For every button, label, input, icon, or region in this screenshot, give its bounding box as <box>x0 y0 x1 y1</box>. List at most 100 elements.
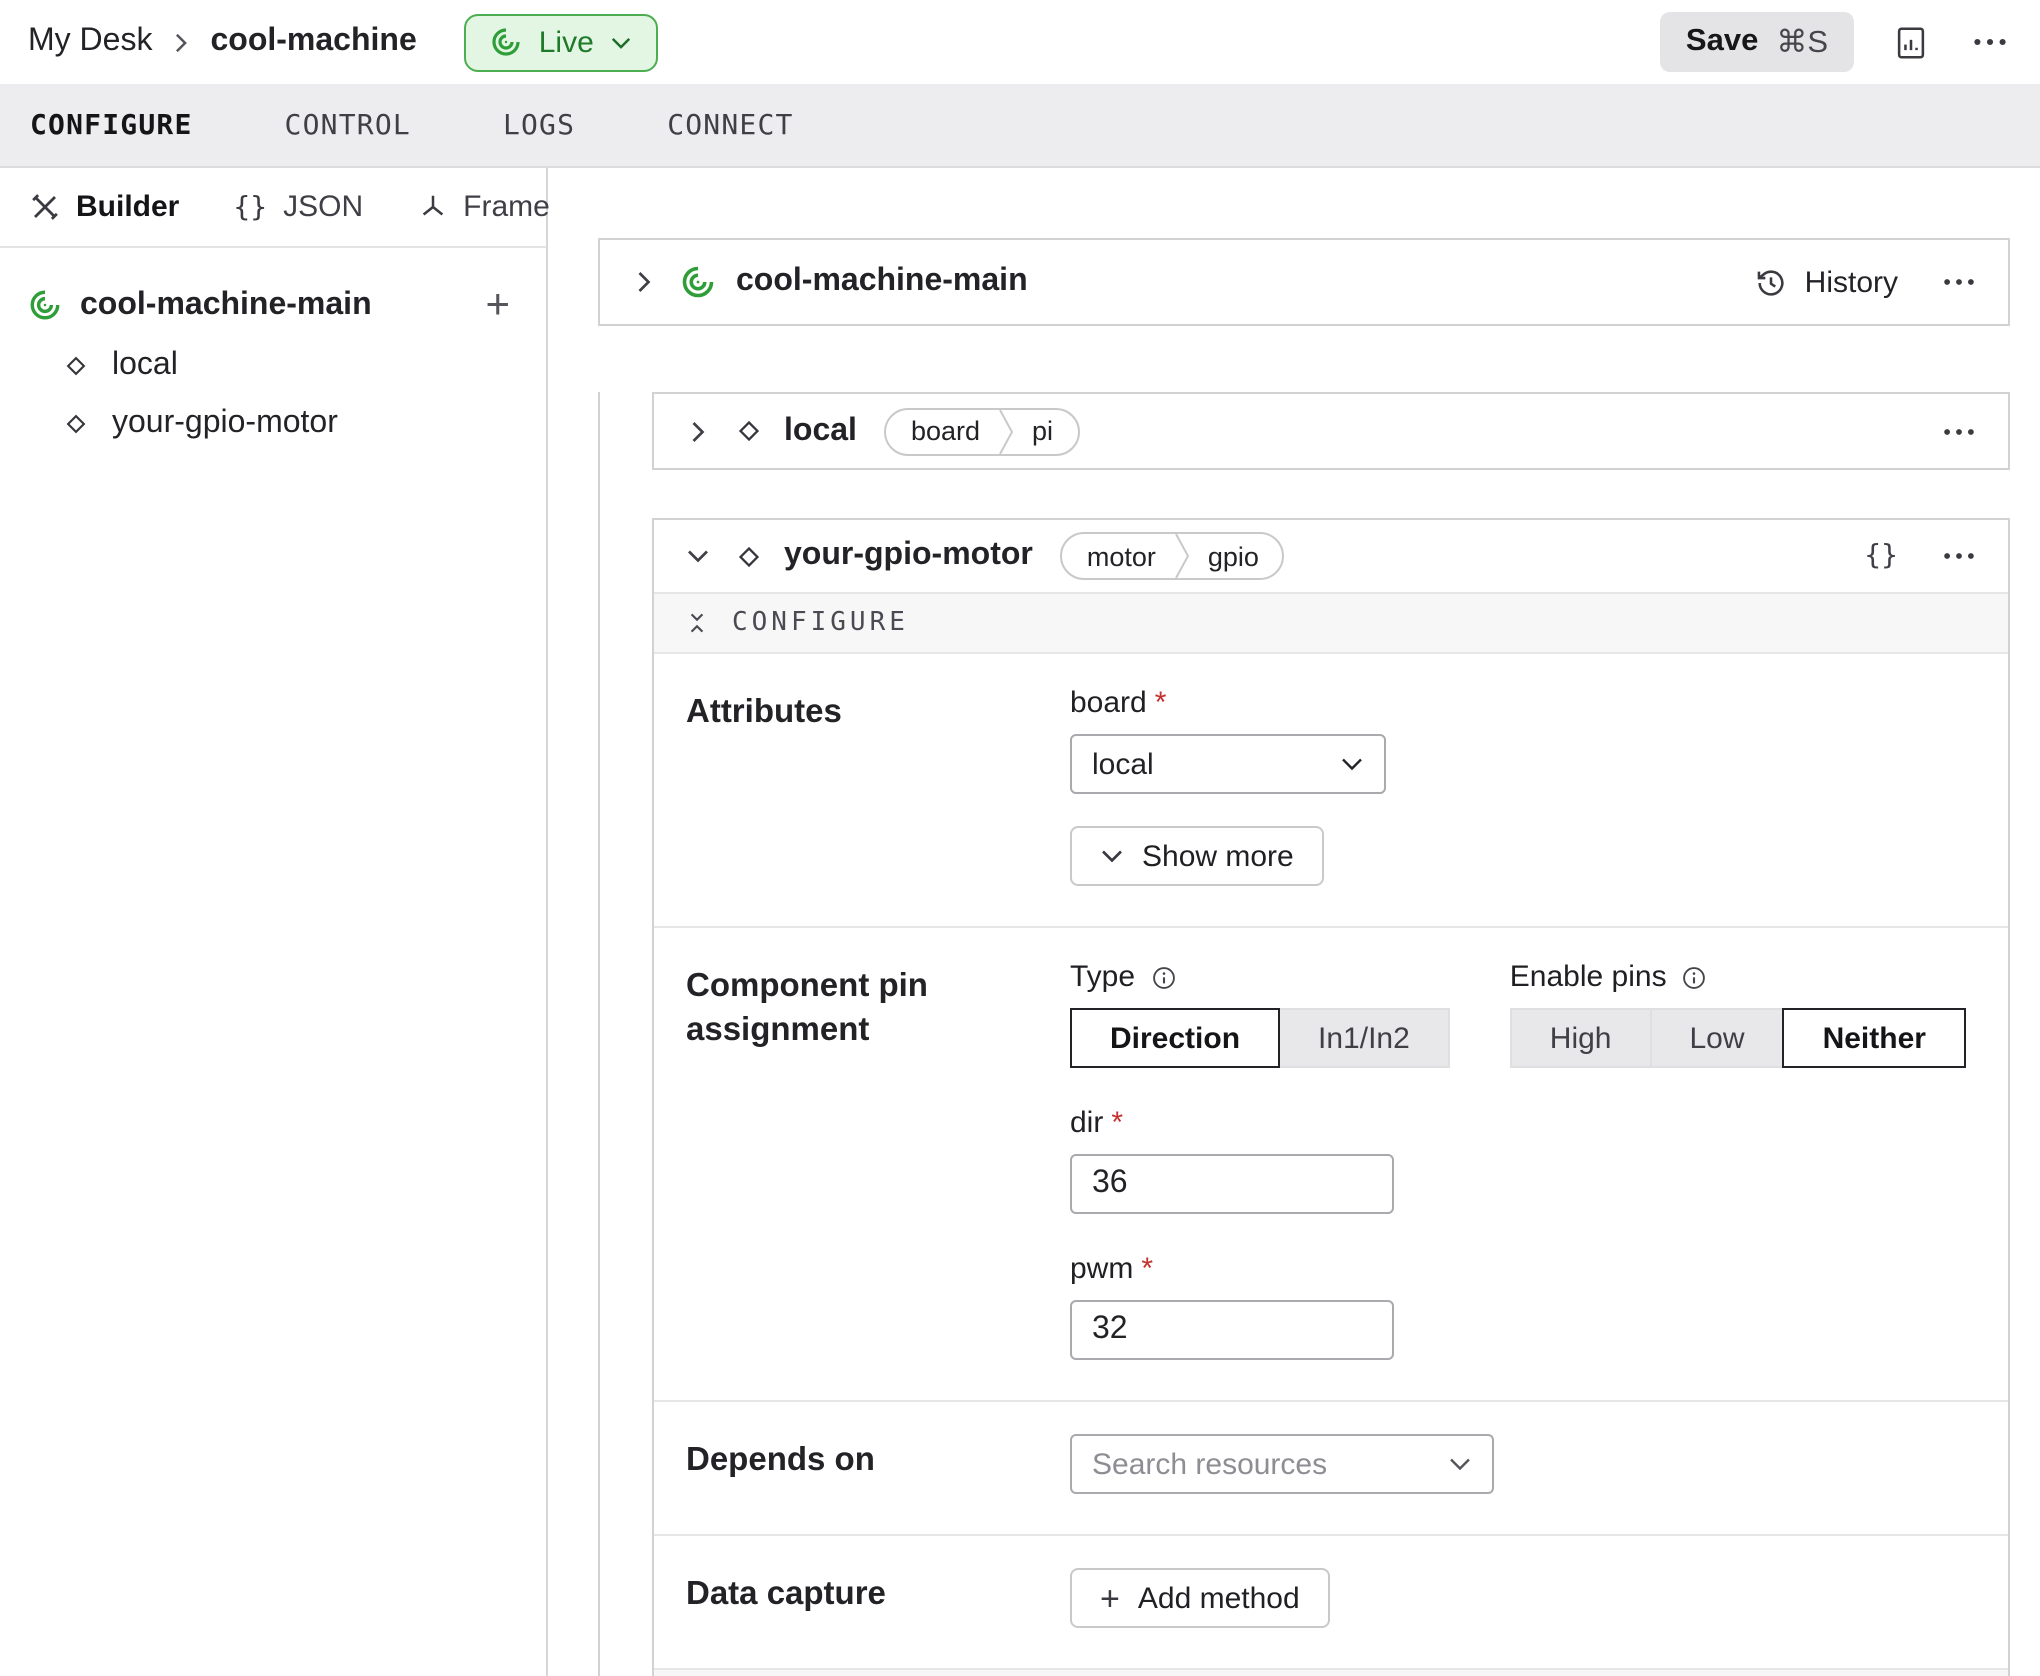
more-menu-icon[interactable] <box>1938 546 1980 566</box>
tab-bar: CONFIGURE CONTROL LOGS CONNECT <box>0 84 2040 168</box>
tab-connect[interactable]: CONNECT <box>667 109 793 141</box>
depends-on-section: Depends on Search resources <box>654 1400 2008 1534</box>
chevron-right-icon <box>170 31 192 53</box>
attributes-section: Attributes board * local <box>654 654 2008 926</box>
pin-assignment-section: Component pin assignment Type <box>654 926 2008 1400</box>
data-capture-heading: Data capture <box>686 1568 1070 1628</box>
info-icon[interactable] <box>1149 963 1177 991</box>
type-option-in1in2[interactable]: In1/In2 <box>1278 1008 1450 1068</box>
attributes-heading: Attributes <box>686 686 1070 886</box>
machine-card: cool-machine-main History <box>598 238 2010 326</box>
save-label: Save <box>1686 24 1758 60</box>
test-section-bar[interactable]: TEST <box>654 1668 2008 1676</box>
resource-tree: cool-machine-main + local <box>0 248 546 478</box>
enable-pins-label: Enable pins <box>1510 960 1966 994</box>
tree-motor-label: your-gpio-motor <box>112 405 338 441</box>
type-group: Type Direction In1/In2 <box>1070 960 1450 1068</box>
chevron-down-icon <box>1340 752 1364 776</box>
board-select-value: local <box>1092 747 1154 781</box>
sidebar: Builder {} JSON Frame <box>0 168 548 1676</box>
viam-logo-icon <box>28 288 62 322</box>
enable-pins-group: Enable pins High Low Neither <box>1510 960 1966 1068</box>
local-card-title: local <box>784 413 857 449</box>
history-button[interactable]: History <box>1755 265 1898 299</box>
view-mode-switcher: Builder {} JSON Frame <box>0 168 546 248</box>
more-menu-icon[interactable] <box>1968 32 2012 52</box>
breadcrumb-parent[interactable]: My Desk <box>28 24 152 60</box>
pwm-field: pwm * <box>1070 1252 1976 1360</box>
more-menu-icon[interactable] <box>1938 272 1980 292</box>
tab-logs[interactable]: LOGS <box>503 109 575 141</box>
tree-item-machine[interactable]: cool-machine-main + <box>28 274 518 336</box>
enable-pins-segmented-control: High Low Neither <box>1510 1008 1966 1068</box>
tag-board: board <box>887 416 998 446</box>
local-card-actions <box>1938 421 1980 441</box>
save-shortcut: ⌘S <box>1776 23 1828 61</box>
required-marker: * <box>1155 686 1167 720</box>
pin-assignment-form: Type Direction In1/In2 <box>1070 960 1976 1360</box>
live-status-dropdown[interactable]: Live <box>465 13 658 71</box>
type-option-direction[interactable]: Direction <box>1070 1008 1280 1068</box>
add-method-button[interactable]: + Add method <box>1070 1568 1330 1628</box>
machine-metrics-icon[interactable] <box>1888 19 1934 65</box>
live-label: Live <box>539 25 594 59</box>
data-capture-form: + Add method <box>1070 1568 1976 1628</box>
collapse-chevron-down-icon[interactable] <box>682 540 714 572</box>
pwm-field-label: pwm * <box>1070 1252 1976 1286</box>
local-board-card: local board pi <box>652 392 2010 470</box>
content-area: Builder {} JSON Frame <box>0 168 2040 1676</box>
more-menu-icon[interactable] <box>1938 421 1980 441</box>
type-segmented-control: Direction In1/In2 <box>1070 1008 1450 1068</box>
board-field-label: board * <box>1070 686 1976 720</box>
show-more-button[interactable]: Show more <box>1070 826 1324 886</box>
main-panel: cool-machine-main History <box>548 168 2040 1676</box>
machine-card-title: cool-machine-main <box>736 264 1028 300</box>
board-select[interactable]: local <box>1070 734 1386 794</box>
dir-pin-input[interactable] <box>1070 1154 1394 1214</box>
resource-type-tag: board pi <box>885 407 1079 455</box>
depends-on-form: Search resources <box>1070 1434 1976 1494</box>
tree-machine-label: cool-machine-main <box>80 287 372 323</box>
tree-item-your-gpio-motor[interactable]: your-gpio-motor <box>28 394 518 452</box>
info-icon[interactable] <box>1681 963 1709 991</box>
gpio-motor-card: your-gpio-motor motor gpio {} <box>652 518 2010 1676</box>
component-diamond-icon <box>62 409 90 437</box>
top-bar: My Desk cool-machine Live Save ⌘S <box>0 0 2040 84</box>
tools-icon <box>30 192 60 222</box>
tag-gpio: gpio <box>1190 541 1283 571</box>
add-component-button[interactable]: + <box>477 284 518 326</box>
component-diamond-icon <box>734 416 764 446</box>
chevron-down-icon <box>1448 1452 1472 1476</box>
mode-frame[interactable]: Frame <box>417 190 550 224</box>
mode-json[interactable]: {} JSON <box>233 190 363 224</box>
tab-control[interactable]: CONTROL <box>285 109 411 141</box>
mode-json-label: JSON <box>283 190 363 224</box>
plus-icon: + <box>1100 1581 1120 1615</box>
tag-pi: pi <box>1014 416 1077 446</box>
save-button[interactable]: Save ⌘S <box>1660 12 1854 72</box>
show-more-label: Show more <box>1142 839 1294 873</box>
data-capture-section: Data capture + Add method <box>654 1534 2008 1668</box>
enable-option-low[interactable]: Low <box>1650 1008 1785 1068</box>
history-icon <box>1755 265 1789 299</box>
tab-configure[interactable]: CONFIGURE <box>30 109 193 141</box>
required-marker: * <box>1141 1252 1153 1286</box>
mode-builder[interactable]: Builder <box>30 190 179 224</box>
enable-option-high[interactable]: High <box>1510 1008 1652 1068</box>
depends-on-heading: Depends on <box>686 1434 1070 1494</box>
enable-option-neither[interactable]: Neither <box>1783 1008 1966 1068</box>
configure-section-bar[interactable]: CONFIGURE <box>654 592 2008 654</box>
depends-on-select[interactable]: Search resources <box>1070 1434 1494 1494</box>
pwm-pin-input[interactable] <box>1070 1300 1394 1360</box>
expand-chevron-right-icon[interactable] <box>682 415 714 447</box>
machine-card-header: cool-machine-main History <box>600 240 2008 324</box>
tag-separator-icon <box>998 407 1014 455</box>
component-diamond-icon <box>62 351 90 379</box>
topbar-actions: Save ⌘S <box>1660 12 2012 72</box>
json-braces-icon[interactable]: {} <box>1864 540 1898 572</box>
motor-card-actions: {} <box>1864 540 1980 572</box>
expand-chevron-right-icon[interactable] <box>628 266 660 298</box>
tree-item-local[interactable]: local <box>28 336 518 394</box>
breadcrumb-current: cool-machine <box>210 24 416 60</box>
history-label: History <box>1805 265 1898 299</box>
